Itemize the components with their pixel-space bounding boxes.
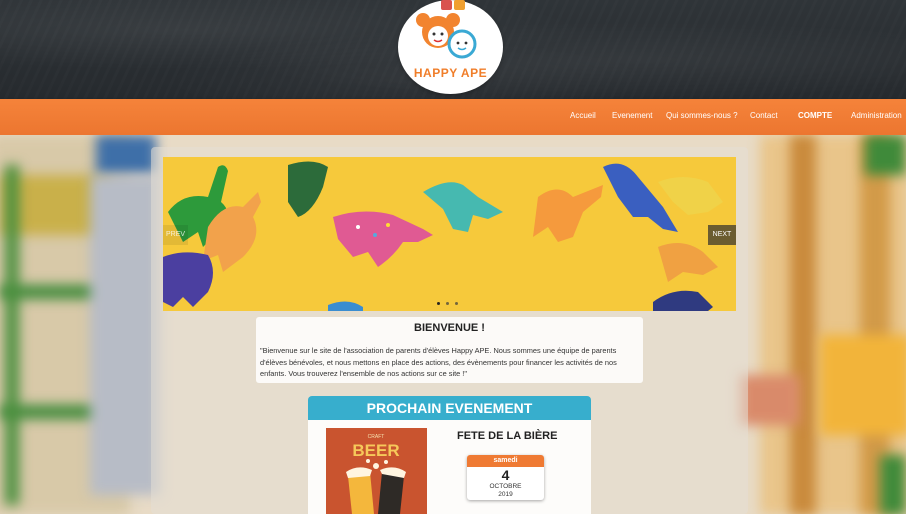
carousel-dot[interactable] — [455, 302, 458, 305]
carousel-next-button[interactable]: NEXT — [708, 225, 736, 245]
next-event-heading: PROCHAIN EVENEMENT — [308, 396, 591, 420]
dinosaur-toys-image — [163, 157, 736, 311]
carousel-prev-button[interactable]: PREV — [163, 225, 188, 245]
event-weekday: samedi — [467, 455, 544, 467]
welcome-title: BIENVENUE ! — [414, 322, 485, 334]
carousel-dot[interactable] — [437, 302, 440, 305]
badge-red-icon — [441, 0, 452, 10]
hero-carousel[interactable] — [163, 157, 736, 311]
logo-text: HAPPY APE — [413, 66, 488, 80]
badge-orange-icon — [454, 0, 465, 10]
event-poster[interactable]: CRAFT BEER — [326, 428, 427, 514]
carousel-indicators — [437, 302, 458, 305]
welcome-text: "Bienvenue sur le site de l'association … — [260, 346, 617, 378]
nav-item-administration[interactable]: Administration — [851, 111, 902, 120]
event-year: 2019 — [498, 491, 513, 498]
poster-big-text: BEER — [352, 441, 399, 460]
carousel-dot[interactable] — [446, 302, 449, 305]
nav-item-evenement[interactable]: Evenement — [612, 111, 652, 120]
event-title[interactable]: FETE DE LA BIÈRE — [457, 430, 557, 442]
welcome-box: BIENVENUE ! "Bienvenue sur le site de l'… — [256, 317, 643, 383]
event-month: OCTOBRE — [489, 483, 522, 490]
nav-item-compte[interactable]: COMPTE — [798, 111, 832, 120]
nav-item-qui-sommes-nous[interactable]: Qui sommes-nous ? — [666, 111, 738, 120]
nav-item-contact[interactable]: Contact — [750, 111, 778, 120]
nav-item-accueil[interactable]: Accueil — [570, 111, 596, 120]
beer-poster-image: CRAFT BEER — [326, 428, 427, 514]
main-navbar: Accueil Evenement Qui sommes-nous ? Cont… — [0, 99, 906, 135]
site-logo[interactable]: HAPPY APE — [398, 0, 503, 94]
event-date-card: samedi 4 OCTOBRE 2019 — [467, 455, 544, 500]
logo-badge — [441, 0, 467, 10]
event-day: 4 — [501, 467, 510, 483]
poster-small-text: CRAFT — [368, 434, 385, 440]
